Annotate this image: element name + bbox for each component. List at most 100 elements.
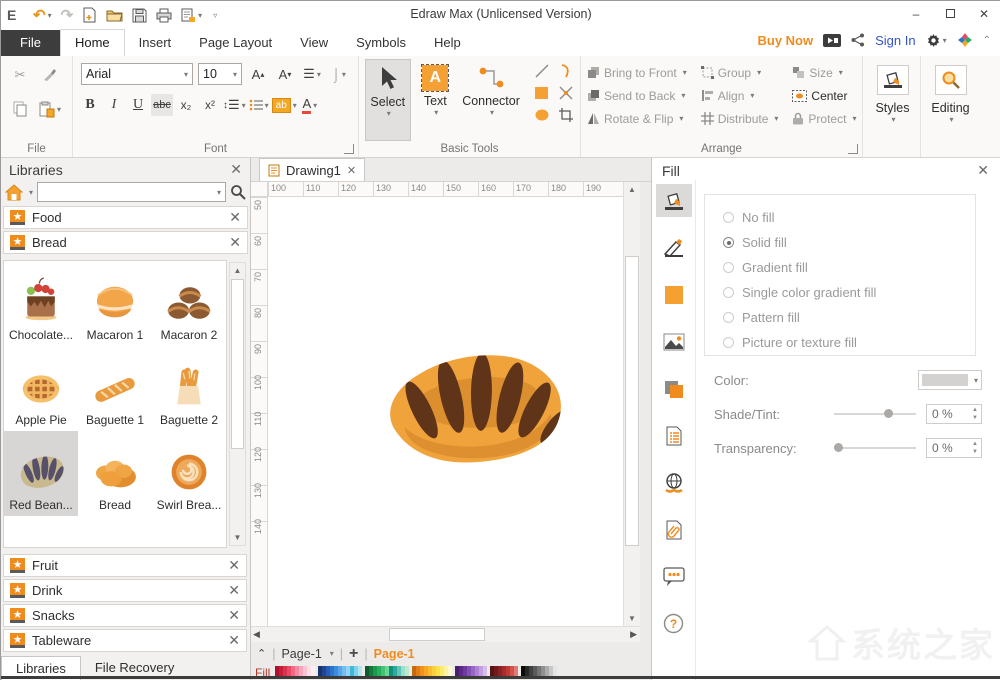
library-section-food[interactable]: ★ Food ✕ — [3, 206, 248, 229]
help-icon[interactable]: ? — [656, 607, 692, 640]
libraries-close-icon[interactable]: ✕ — [230, 161, 242, 178]
scroll-down-icon[interactable]: ▼ — [624, 611, 640, 626]
library-section-drink[interactable]: ★ Drink ✕ — [3, 579, 247, 602]
close-button[interactable]: ✕ — [967, 1, 1000, 26]
buy-now-link[interactable]: Buy Now — [757, 33, 813, 48]
center-button[interactable]: Center — [792, 85, 856, 106]
send-to-back-button[interactable]: Send to Back ▾ — [587, 85, 687, 106]
align-text-icon[interactable]: ☰ ▾ — [301, 63, 323, 85]
section-close-icon[interactable]: ✕ — [228, 557, 240, 574]
option-solid-fill[interactable]: Solid fill — [723, 230, 975, 255]
scrollbar-thumb[interactable] — [389, 628, 485, 641]
fill-panel-close-icon[interactable]: ✕ — [977, 162, 989, 179]
tab-page-layout[interactable]: Page Layout — [185, 30, 286, 56]
distribute-button[interactable]: Distribute ▾ — [700, 108, 778, 129]
font-color-icon[interactable]: A ▾ — [299, 94, 321, 116]
library-section-bread[interactable]: ★ Bread ✕ — [3, 231, 248, 254]
library-search-icon[interactable] — [230, 184, 246, 200]
bullet-list-icon[interactable]: ▾ — [248, 94, 270, 116]
scroll-up-icon[interactable]: ▲ — [230, 263, 245, 278]
strikethrough-button[interactable]: abc — [151, 94, 173, 116]
text-tool-button[interactable]: A Text ▾ — [413, 59, 459, 141]
font-size-select[interactable]: 10 ▾ — [198, 63, 242, 85]
library-item-bread-round-1[interactable] — [4, 516, 78, 547]
croissant-shape[interactable] — [376, 353, 566, 465]
scroll-left-icon[interactable]: ◀ — [253, 629, 260, 640]
bold-button[interactable]: B — [79, 94, 101, 116]
option-pattern-fill[interactable]: Pattern fill — [723, 305, 975, 330]
page-tab-page1[interactable]: Page-1 — [374, 647, 415, 661]
library-item-baguette-1[interactable]: Baguette 1 — [78, 346, 152, 431]
scrollbar-thumb[interactable] — [231, 279, 244, 449]
close-document-icon[interactable]: ✕ — [347, 164, 356, 177]
picture-icon[interactable] — [656, 325, 692, 358]
settings-gear-icon[interactable]: ▾ — [926, 33, 947, 48]
fill-color-dropdown[interactable]: ▾ — [918, 370, 982, 390]
tab-insert[interactable]: Insert — [125, 30, 186, 56]
option-gradient-fill[interactable]: Gradient fill — [723, 255, 975, 280]
tab-file[interactable]: File — [1, 30, 60, 56]
subscript-button[interactable]: x₂ — [175, 94, 197, 116]
format-data-icon[interactable] — [656, 419, 692, 452]
tab-help[interactable]: Help — [420, 30, 475, 56]
rectangle-tool-icon[interactable] — [534, 85, 550, 101]
slider-thumb[interactable] — [884, 409, 893, 418]
shade-tint-spinner[interactable]: 0 % ▲ ▼ — [926, 404, 982, 424]
canvas-h-scrollbar[interactable]: ◀ ▶ — [251, 626, 640, 642]
library-item-macaron-1[interactable]: Macaron 1 — [78, 261, 152, 346]
option-no-fill[interactable]: No fill — [723, 205, 975, 230]
section-close-icon[interactable]: ✕ — [229, 234, 241, 251]
section-close-icon[interactable]: ✕ — [228, 607, 240, 624]
scroll-down-icon[interactable]: ▼ — [230, 530, 245, 545]
connector-tool-button[interactable]: Connector ▾ — [460, 59, 522, 141]
layer-icon[interactable] — [656, 372, 692, 405]
transparency-slider[interactable] — [834, 443, 916, 452]
sign-in-link[interactable]: Sign In — [875, 33, 915, 48]
library-item-bread-round-2[interactable] — [78, 516, 152, 547]
line-tool-icon[interactable] — [534, 63, 550, 79]
library-section-snacks[interactable]: ★ Snacks ✕ — [3, 604, 247, 627]
minimize-button[interactable]: – — [899, 1, 933, 26]
size-button[interactable]: Size ▾ — [792, 62, 856, 83]
highlight-icon[interactable]: ab ▾ — [271, 94, 297, 116]
rotate-flip-button[interactable]: Rotate & Flip ▾ — [587, 108, 687, 129]
collapse-pagebar-icon[interactable]: ⌃ — [257, 647, 266, 660]
language-icon[interactable] — [957, 32, 973, 48]
group-button[interactable]: Group ▾ — [700, 62, 779, 83]
format-painter-icon[interactable] — [39, 64, 61, 86]
cut-icon[interactable]: ✂ — [9, 64, 31, 86]
option-picture-texture-fill[interactable]: Picture or texture fill — [723, 330, 975, 355]
scroll-up-icon[interactable]: ▲ — [624, 182, 640, 197]
section-close-icon[interactable]: ✕ — [229, 209, 241, 226]
library-item-apple-pie[interactable]: Apple Pie — [4, 346, 78, 431]
library-scrollbar[interactable]: ▲ ▼ — [229, 262, 246, 546]
increase-font-icon[interactable]: A ▴ — [247, 63, 269, 85]
hyperlink-globe-icon[interactable] — [656, 466, 692, 499]
font-family-select[interactable]: Arial ▾ — [81, 63, 193, 85]
option-single-color-gradient-fill[interactable]: Single color gradient fill — [723, 280, 975, 305]
decrease-font-icon[interactable]: A ▾ — [274, 63, 296, 85]
page-selector[interactable]: Page-1 — [281, 647, 321, 661]
slider-thumb[interactable] — [834, 443, 843, 452]
collapse-ribbon-icon[interactable]: ⌃ — [983, 35, 991, 46]
styles-button[interactable]: Styles ▾ — [869, 62, 916, 124]
protect-button[interactable]: Protect ▾ — [792, 108, 856, 129]
canvas-v-scrollbar[interactable]: ▲ ▼ — [623, 182, 640, 626]
library-item-bread[interactable]: Bread — [78, 431, 152, 516]
drawing-page[interactable] — [268, 197, 623, 626]
superscript-button[interactable]: x² — [199, 94, 221, 116]
text-arc-icon[interactable]: ⌡ ▾ — [328, 63, 350, 85]
library-home-icon[interactable] — [5, 183, 23, 201]
library-item-baguette-2[interactable]: Baguette 2 — [152, 346, 226, 431]
paste-icon[interactable]: ▾ — [39, 98, 61, 120]
line-style-icon[interactable] — [656, 231, 692, 264]
section-close-icon[interactable]: ✕ — [228, 582, 240, 599]
underline-button[interactable]: U — [127, 94, 149, 116]
library-section-fruit[interactable]: ★ Fruit ✕ — [3, 554, 247, 577]
arrange-dialog-launcher[interactable] — [848, 144, 858, 154]
library-item-swirl-bread[interactable]: Swirl Brea... — [152, 431, 226, 516]
tab-view[interactable]: View — [286, 30, 342, 56]
font-dialog-launcher[interactable] — [344, 144, 354, 154]
transparency-spinner[interactable]: 0 % ▲ ▼ — [926, 438, 982, 458]
tab-symbols[interactable]: Symbols — [342, 30, 420, 56]
